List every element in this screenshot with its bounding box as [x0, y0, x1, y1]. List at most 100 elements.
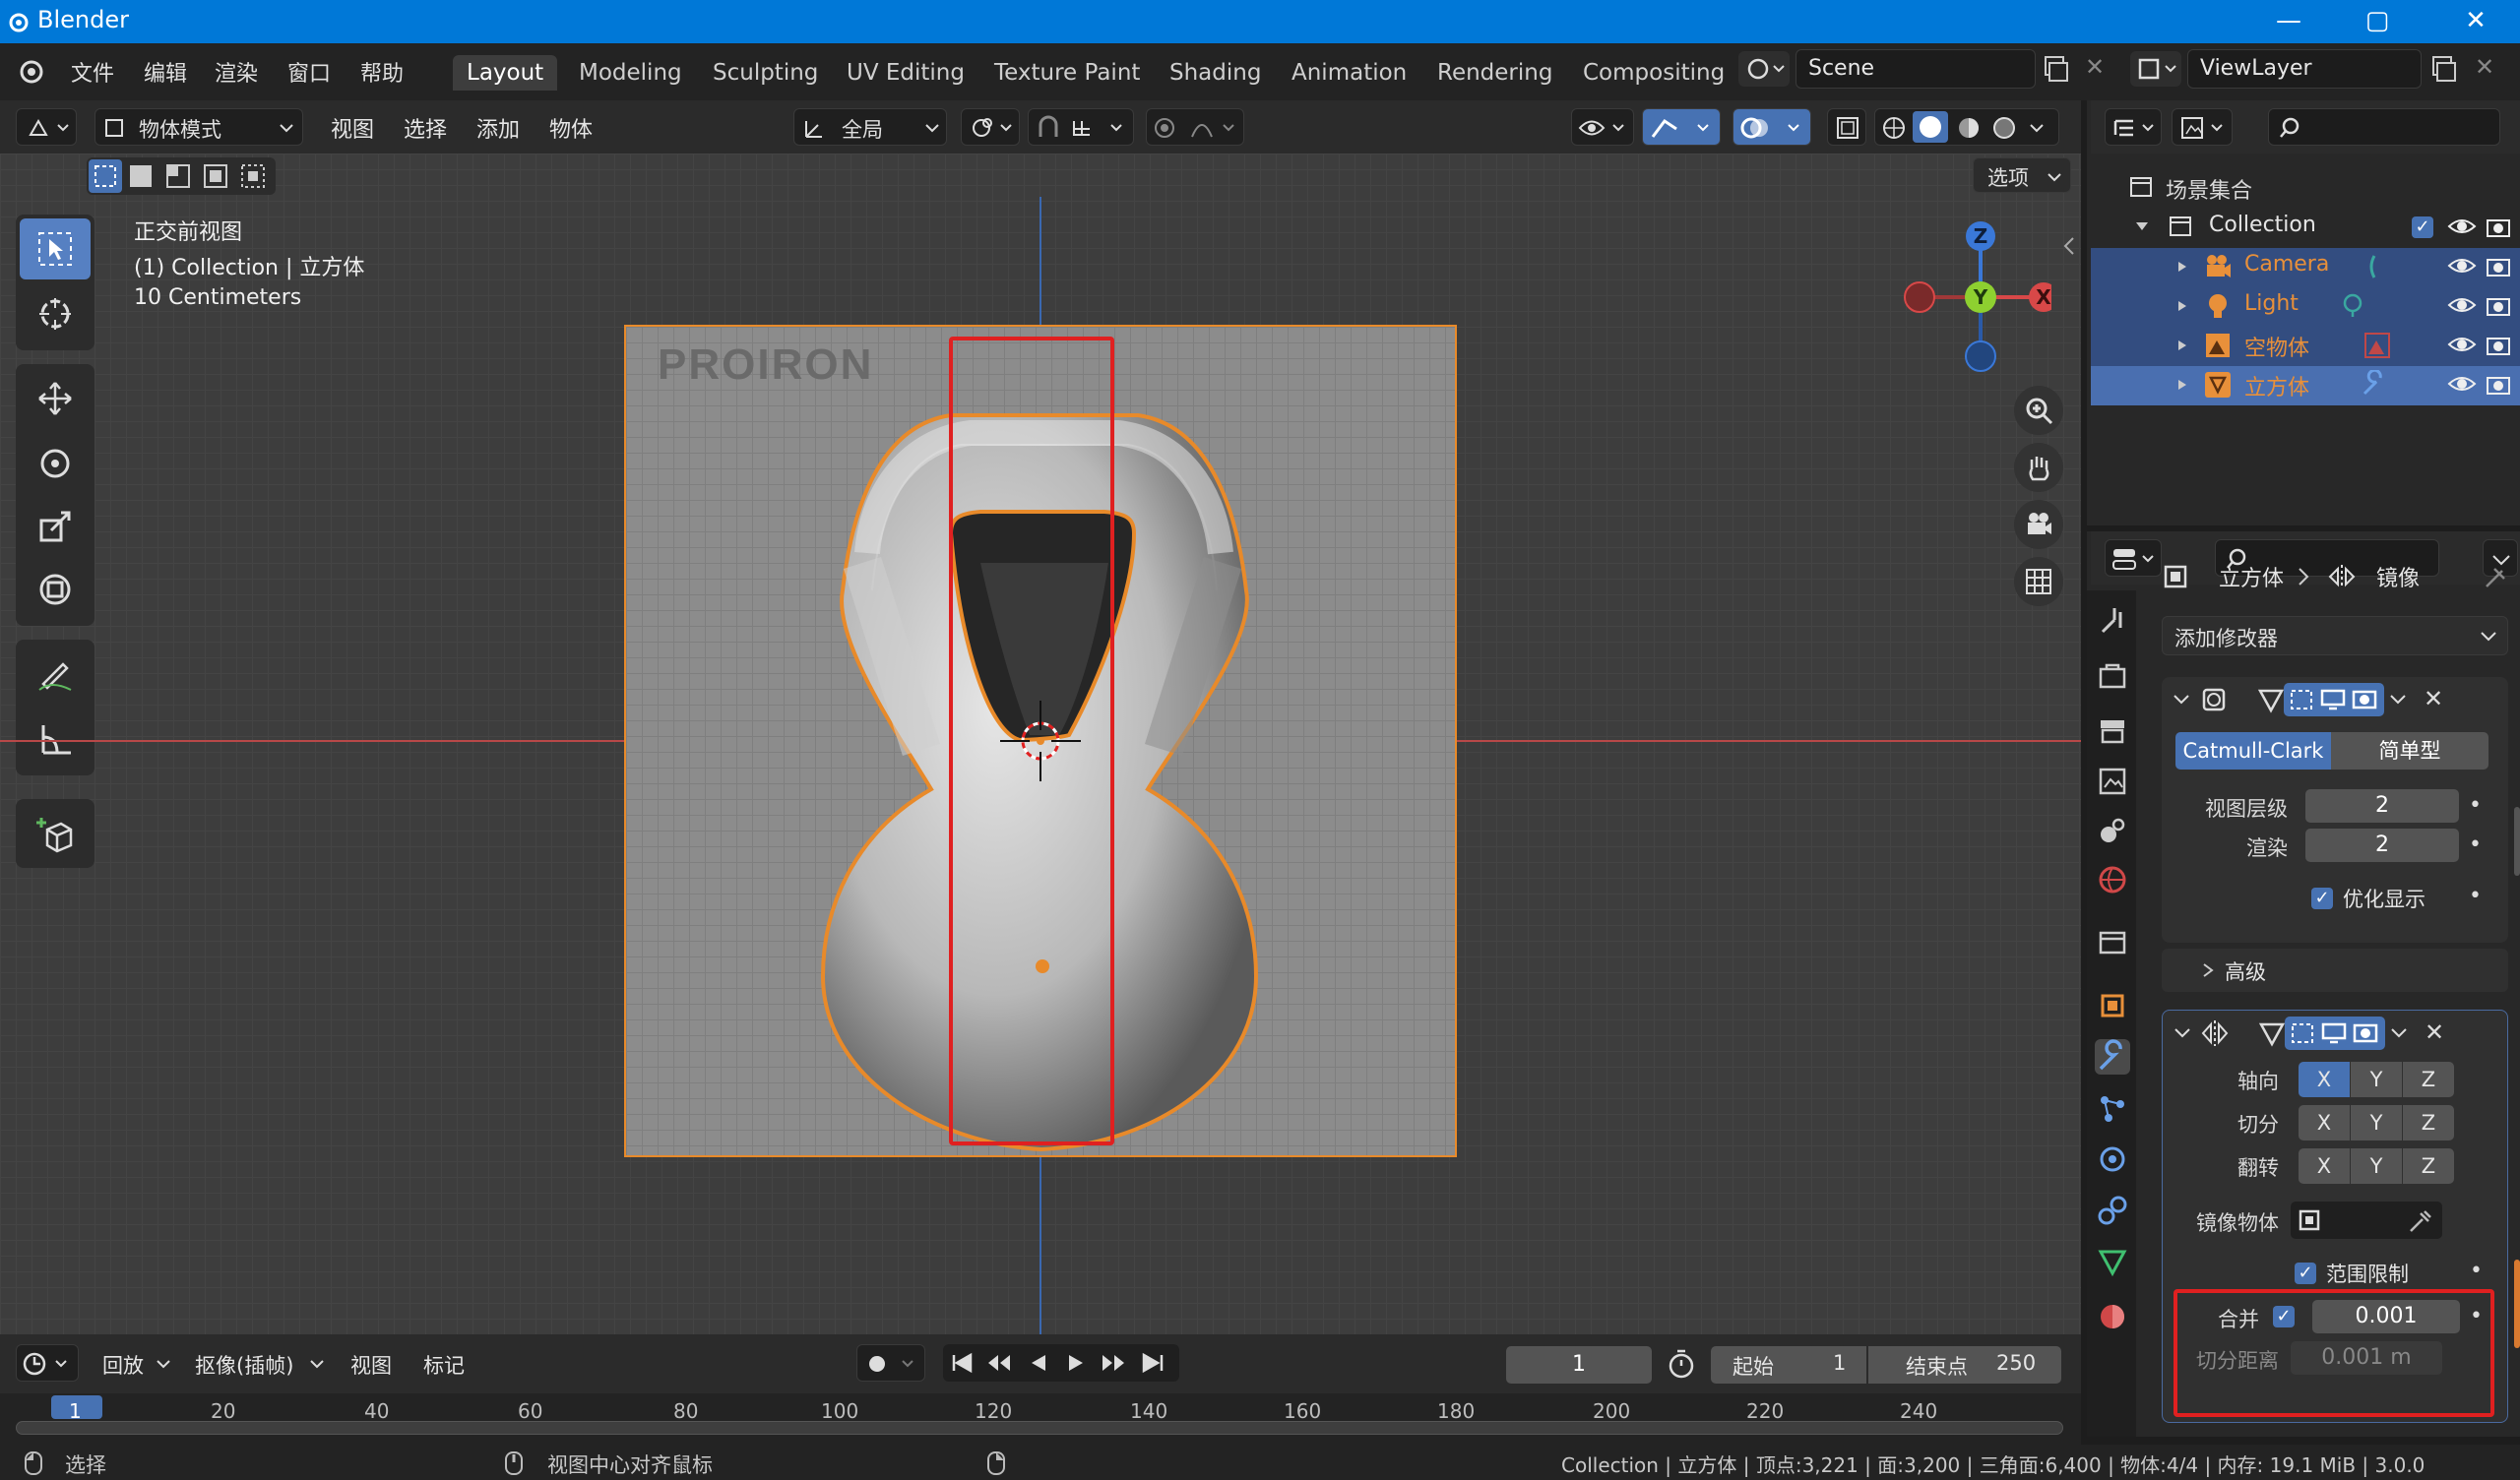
xray-toggle-icon[interactable]: [1827, 108, 1866, 146]
object-mode-dropdown[interactable]: 物体模式: [94, 108, 303, 146]
transform-tool-icon[interactable]: [20, 559, 91, 620]
object-tab-icon[interactable]: [2095, 988, 2130, 1023]
view-layer-selector-icon[interactable]: [2130, 51, 2181, 87]
render-tab-icon[interactable]: [2095, 659, 2130, 695]
select-new-icon[interactable]: [89, 159, 122, 193]
maximize-button[interactable]: ▢: [2333, 0, 2422, 43]
cage-display-icon[interactable]: [2288, 687, 2315, 712]
constraints-tab-icon[interactable]: [2095, 1193, 2130, 1228]
mesh-data-tab-icon[interactable]: [2095, 1244, 2130, 1279]
measure-tool-icon[interactable]: [20, 709, 91, 770]
select-box-tool-icon[interactable]: [20, 218, 91, 279]
select-invert-icon[interactable]: [201, 161, 230, 191]
render-levels-field[interactable]: 2: [2305, 829, 2459, 862]
collection-exclude-checkbox[interactable]: ✓: [2412, 216, 2433, 238]
properties-editor-type-icon[interactable]: [2105, 539, 2162, 577]
tab-layout[interactable]: Layout: [453, 55, 558, 91]
solid-shading-icon[interactable]: [1913, 111, 1948, 143]
edit-mode-display-icon[interactable]: [2256, 685, 2286, 714]
minimize-button[interactable]: —: [2244, 0, 2333, 43]
scene-copy-icon[interactable]: [2040, 53, 2071, 85]
end-frame-field[interactable]: 结束点 250: [1868, 1346, 2061, 1384]
start-frame-field[interactable]: 起始 1: [1711, 1346, 1866, 1384]
eye-icon[interactable]: [2447, 254, 2477, 278]
options-dropdown[interactable]: 选项: [1973, 157, 2071, 193]
expand-arrow-icon[interactable]: [2175, 378, 2189, 392]
wireframe-shading-icon[interactable]: [1881, 115, 1907, 141]
tab-shading[interactable]: Shading: [1156, 55, 1275, 91]
render-display-icon[interactable]: [2352, 1020, 2379, 1046]
properties-scrollbar[interactable]: [2514, 807, 2520, 876]
mirror-object-field[interactable]: [2291, 1202, 2442, 1239]
play-icon[interactable]: [1063, 1351, 1089, 1375]
annotate-tool-icon[interactable]: [20, 644, 91, 705]
scene-remove-icon[interactable]: ✕: [2079, 53, 2110, 85]
panel-collapse-icon[interactable]: [2172, 691, 2191, 709]
viewport-menu-select[interactable]: 选择: [404, 112, 447, 144]
auto-keying-toggle[interactable]: [856, 1344, 925, 1382]
menu-help[interactable]: 帮助: [360, 56, 404, 88]
menu-window[interactable]: 窗口: [287, 56, 331, 88]
tab-rendering[interactable]: Rendering: [1423, 55, 1566, 91]
expand-arrow-icon[interactable]: [2175, 260, 2189, 274]
viewport-menu-view[interactable]: 视图: [331, 112, 374, 144]
view-layer-tab-icon[interactable]: [2095, 764, 2130, 799]
material-tab-icon[interactable]: [2095, 1299, 2130, 1334]
viewport-display-icon[interactable]: [2319, 687, 2347, 712]
axis-z-toggle[interactable]: Z: [2403, 1062, 2454, 1097]
tab-uv-editing[interactable]: UV Editing: [833, 55, 978, 91]
zoom-icon[interactable]: [2014, 386, 2063, 435]
outliner-row-camera[interactable]: Camera: [2087, 248, 2520, 287]
select-extend-icon[interactable]: [126, 161, 156, 191]
timeline-editor-type-icon[interactable]: [16, 1344, 79, 1382]
scale-tool-icon[interactable]: [20, 496, 91, 557]
cage-display-icon[interactable]: [2289, 1020, 2316, 1046]
viewport-menu-object[interactable]: 物体: [549, 112, 593, 144]
catmull-clark-button[interactable]: Catmull-Clark: [2175, 732, 2331, 770]
select-intersect-icon[interactable]: [238, 161, 268, 191]
edit-mode-display-icon[interactable]: [2257, 1018, 2287, 1048]
current-frame-field[interactable]: 1: [1506, 1346, 1652, 1384]
gizmo-toggle-icon[interactable]: [1642, 108, 1721, 146]
tab-modeling[interactable]: Modeling: [565, 55, 696, 91]
expand-arrow-icon[interactable]: [2175, 299, 2189, 313]
timeline-marker-menu[interactable]: 标记: [423, 1350, 465, 1380]
flip-z-toggle[interactable]: Z: [2403, 1148, 2454, 1184]
particles-tab-icon[interactable]: [2095, 1090, 2130, 1126]
jump-keyframe-back-icon[interactable]: [984, 1351, 1014, 1375]
view-layer-copy-icon[interactable]: [2427, 53, 2459, 85]
outliner-collection-row[interactable]: Collection ✓: [2087, 209, 2520, 248]
jump-end-icon[interactable]: [1140, 1351, 1166, 1375]
view-layer-remove-icon[interactable]: ✕: [2469, 53, 2500, 85]
advanced-subpanel[interactable]: 高级: [2162, 949, 2508, 992]
tab-texture-paint[interactable]: Texture Paint: [980, 55, 1154, 91]
tool-tab-icon[interactable]: [2095, 602, 2130, 638]
bisect-z-toggle[interactable]: Z: [2403, 1105, 2454, 1141]
bisect-y-toggle[interactable]: Y: [2351, 1105, 2402, 1141]
add-cube-tool-icon[interactable]: [20, 803, 91, 864]
collection-tab-icon[interactable]: [2095, 925, 2130, 960]
eyedropper-icon[interactable]: [2407, 1207, 2434, 1235]
tab-compositing[interactable]: Compositing: [1569, 55, 1738, 91]
view-layer-name-field[interactable]: ViewLayer: [2187, 49, 2422, 89]
scene-tab-icon[interactable]: [2095, 813, 2130, 848]
outliner-scene-collection[interactable]: 场景集合: [2087, 169, 2520, 209]
tab-animation[interactable]: Animation: [1278, 55, 1420, 91]
render-levels-keyframe-dot[interactable]: •: [2469, 832, 2482, 857]
properties-scrollbar-marker[interactable]: [2514, 1260, 2520, 1348]
rendered-shading-icon[interactable]: [1991, 115, 2017, 141]
visibility-icon[interactable]: [1571, 108, 1634, 146]
outliner-row-light[interactable]: Light: [2087, 287, 2520, 327]
proportional-edit-icon[interactable]: [1146, 108, 1244, 146]
jump-start-icon[interactable]: [949, 1351, 975, 1375]
viewport-display-icon[interactable]: [2320, 1020, 2348, 1046]
axis-x-toggle[interactable]: X: [2299, 1062, 2350, 1097]
clipping-keyframe-dot[interactable]: •: [2470, 1259, 2483, 1283]
modifier-tab-icon[interactable]: [2095, 1039, 2130, 1075]
outliner-editor-type-icon[interactable]: [2105, 108, 2162, 146]
perspective-grid-icon[interactable]: [2014, 557, 2063, 606]
overlays-toggle-icon[interactable]: [1732, 108, 1811, 146]
blender-menu-icon[interactable]: [16, 57, 47, 85]
3d-viewport[interactable]: 选项 正交前视图 (1) Collection | 立方体 10 Centime…: [0, 154, 2081, 1334]
jump-keyframe-forward-icon[interactable]: [1099, 1351, 1128, 1375]
